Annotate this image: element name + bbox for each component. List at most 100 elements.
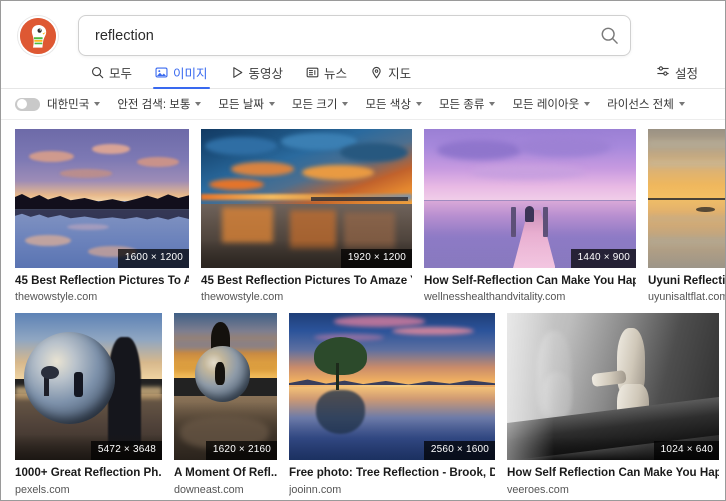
filter-color[interactable]: 모든 색상 — [365, 96, 431, 112]
image-scene-purple-pier — [424, 129, 636, 268]
search-bar[interactable] — [78, 15, 631, 56]
settings-button[interactable]: 설정 — [656, 59, 698, 85]
chevron-down-icon — [94, 102, 101, 106]
chevron-down-icon — [195, 102, 202, 106]
result-domain[interactable]: thewowstyle.com — [15, 291, 189, 303]
tab-maps[interactable]: 지도 — [368, 59, 413, 89]
result-domain[interactable]: thewowstyle.com — [201, 291, 412, 303]
result-domain[interactable]: wellnesshealthandvitality.com — [424, 291, 636, 303]
result-thumbnail[interactable]: 1600 × 1200 — [15, 129, 189, 268]
search-icon — [601, 27, 618, 44]
image-scene-bw-mannequin — [507, 313, 719, 461]
chevron-down-icon — [342, 102, 349, 106]
nav-tabs: 모두 이미지 동영상 뉴스 지도 — [89, 59, 413, 89]
filter-label: 모든 종류 — [438, 99, 485, 111]
result-title[interactable]: How Self Reflection Can Make You Happ... — [507, 466, 719, 479]
filter-label: 모든 날짜 — [218, 99, 264, 111]
duck-glyph — [20, 18, 56, 54]
result-card: 2560 × 1600 Free photo: Tree Reflection … — [289, 313, 495, 496]
map-pin-icon — [370, 66, 383, 79]
safe-search-toggle[interactable] — [15, 97, 40, 111]
tab-label: 지도 — [388, 66, 412, 81]
chevron-down-icon — [415, 102, 422, 106]
image-scene-dusk-lake — [15, 129, 189, 268]
header: 모두 이미지 동영상 — [1, 1, 725, 89]
tab-label: 동영상 — [248, 66, 284, 81]
tab-images[interactable]: 이미지 — [153, 59, 210, 89]
image-dimensions: 2560 × 1600 — [423, 441, 495, 461]
result-card: 1440 × 900 How Self-Reflection Can Make … — [424, 129, 636, 303]
filter-region[interactable]: 대한민국 — [47, 96, 109, 112]
tab-videos[interactable]: 동영상 — [229, 59, 286, 89]
chevron-down-icon — [584, 102, 591, 106]
result-title[interactable]: A Moment Of Refl... — [174, 466, 277, 479]
image-scene-crystal-ball-silhouette — [15, 313, 162, 461]
result-thumbnail[interactable]: 2560 × 1600 — [289, 313, 495, 461]
filter-label: 대한민국 — [47, 99, 90, 111]
image-results-grid: 1600 × 1200 45 Best Reflection Pictures … — [1, 120, 725, 500]
image-icon — [155, 66, 168, 79]
result-card: 1920 × 1200 45 Best Reflection Pictures … — [201, 129, 412, 303]
result-title[interactable]: Uyuni Reflectio — [648, 274, 725, 287]
tab-all[interactable]: 모두 — [89, 59, 134, 89]
result-card: 1600 × 1200 45 Best Reflection Pictures … — [15, 129, 189, 303]
filter-label: 모든 색상 — [365, 99, 411, 111]
result-title[interactable]: How Self-Reflection Can Make You Happi..… — [424, 274, 636, 287]
duckduckgo-logo-icon[interactable] — [18, 16, 58, 56]
result-card: Uyuni Reflectio uyunisaltflat.com — [648, 129, 725, 303]
chevron-down-icon — [489, 102, 496, 106]
results-row-2: 5472 × 3648 1000+ Great Reflection Ph...… — [15, 313, 725, 496]
image-scene-crystal-ball-rock — [174, 313, 277, 461]
play-icon — [231, 66, 244, 79]
image-scene-sunset-beach — [201, 129, 412, 268]
search-input[interactable] — [79, 27, 588, 44]
image-dimensions: 1600 × 1200 — [117, 249, 189, 268]
image-dimensions: 1440 × 900 — [570, 249, 636, 268]
tab-label: 이미지 — [173, 66, 208, 81]
tab-news[interactable]: 뉴스 — [304, 59, 349, 89]
result-thumbnail[interactable]: 1920 × 1200 — [201, 129, 412, 268]
result-thumbnail[interactable]: 5472 × 3648 — [15, 313, 162, 461]
image-dimensions: 1920 × 1200 — [340, 249, 412, 268]
result-thumbnail[interactable]: 1024 × 640 — [507, 313, 719, 461]
settings-label: 설정 — [674, 66, 698, 81]
image-dimensions: 1024 × 640 — [653, 441, 719, 461]
duckduckgo-image-search-page: 모두 이미지 동영상 — [0, 0, 726, 501]
filter-label: 모든 레이아웃 — [512, 99, 580, 111]
filter-layout[interactable]: 모든 레이아웃 — [512, 96, 599, 112]
result-title[interactable]: Free photo: Tree Reflection - Brook, Dig… — [289, 466, 495, 479]
result-card: 1620 × 2160 A Moment Of Refl... downeast… — [174, 313, 277, 496]
result-domain[interactable]: pexels.com — [15, 484, 162, 496]
filter-bar: 대한민국 안전 검색: 보통 모든 날짜 모든 크기 모든 색상 모든 종류 모… — [1, 89, 725, 120]
result-thumbnail[interactable]: 1440 × 900 — [424, 129, 636, 268]
filter-safe-search[interactable]: 안전 검색: 보통 — [117, 96, 210, 112]
result-title[interactable]: 1000+ Great Reflection Ph... — [15, 466, 162, 479]
image-dimensions: 1620 × 2160 — [205, 441, 277, 461]
image-dimensions: 5472 × 3648 — [90, 441, 162, 461]
result-title[interactable]: 45 Best Reflection Pictures To Amaze You — [201, 274, 412, 287]
result-domain[interactable]: downeast.com — [174, 484, 277, 496]
filter-type[interactable]: 모든 종류 — [439, 96, 505, 112]
results-row-1: 1600 × 1200 45 Best Reflection Pictures … — [15, 129, 725, 303]
result-card: 5472 × 3648 1000+ Great Reflection Ph...… — [15, 313, 162, 496]
image-scene-lone-tree-lake — [289, 313, 495, 461]
tab-label: 모두 — [109, 66, 133, 81]
filter-label: 모든 크기 — [291, 99, 338, 111]
chevron-down-icon — [678, 102, 685, 106]
chevron-down-icon — [268, 102, 275, 106]
result-thumbnail[interactable] — [648, 129, 725, 268]
result-domain[interactable]: uyunisaltflat.com — [648, 291, 725, 303]
filter-label: 라이선스 전체 — [607, 99, 674, 111]
sliders-icon — [656, 64, 670, 81]
filter-size[interactable]: 모든 크기 — [292, 96, 358, 112]
search-icon — [91, 66, 104, 79]
search-submit-button[interactable] — [588, 16, 630, 55]
filter-date[interactable]: 모든 날짜 — [218, 96, 284, 112]
result-domain[interactable]: veeroes.com — [507, 484, 719, 496]
result-thumbnail[interactable]: 1620 × 2160 — [174, 313, 277, 461]
filter-license[interactable]: 라이선스 전체 — [607, 96, 694, 112]
result-domain[interactable]: jooinn.com — [289, 484, 495, 496]
tab-label: 뉴스 — [324, 66, 348, 81]
result-title[interactable]: 45 Best Reflection Pictures To A... — [15, 274, 189, 287]
image-scene-uyuni-salt-flat — [648, 129, 725, 268]
